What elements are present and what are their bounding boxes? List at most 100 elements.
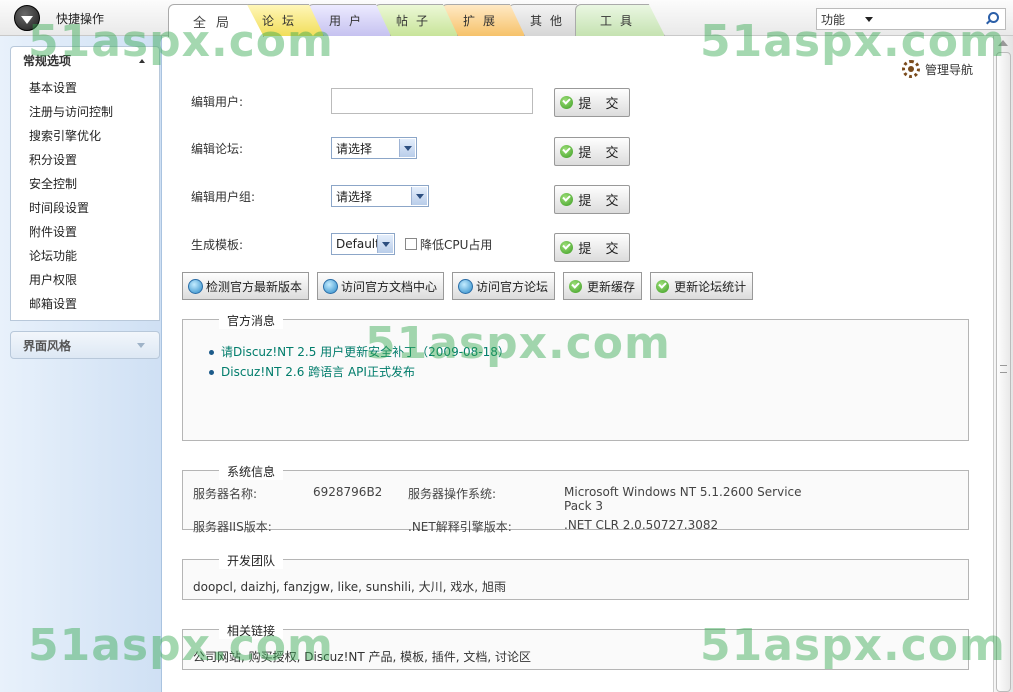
sidebar-item-forum-features[interactable]: 论坛功能 (11, 244, 159, 268)
sidebar-item-credits[interactable]: 积分设置 (11, 148, 159, 172)
check-version-label: 检测官方最新版本 (206, 279, 303, 294)
dev-team-members: doopcl, daizhj, fanzjgw, like, sunshili,… (193, 580, 506, 594)
iis-version-value (313, 518, 408, 535)
globe-icon (323, 278, 339, 294)
edit-group-selected: 请选择 (336, 189, 373, 204)
admin-nav-link[interactable]: 管理导航 (901, 60, 973, 78)
expand-icon[interactable] (137, 342, 145, 348)
scroll-thumb[interactable] (996, 52, 1011, 692)
sidebar-section-general[interactable]: 常规选项 (10, 46, 160, 74)
related-links-title: 相关链接 (219, 622, 284, 639)
related-links-box: 相关链接 公司网站, 购买授权, Discuz!NT 产品, 模板, 插件, 文… (182, 622, 969, 670)
search-scope-select[interactable]: 功能 (817, 11, 865, 28)
visit-docs-label: 访问官方文档中心 (341, 279, 438, 294)
sidebar-section-title: 常规选项 (23, 54, 72, 68)
server-os-value: Microsoft Windows NT 5.1.2600 Service Pa… (564, 485, 802, 513)
submit-edit-forum-button[interactable]: 提 交 (554, 137, 630, 166)
submit-edit-user-button[interactable]: 提 交 (554, 88, 630, 117)
submit-template-button[interactable]: 提 交 (554, 233, 630, 262)
edit-group-select[interactable]: 请选择 (331, 185, 429, 207)
reduce-cpu-checkbox[interactable] (405, 238, 417, 250)
grip-icon (1000, 365, 1007, 373)
template-select[interactable]: Default (331, 233, 395, 255)
edit-forum-selected: 请选择 (336, 141, 373, 156)
sidebar-item-security[interactable]: 安全控制 (11, 172, 159, 196)
top-bar: 快捷操作 全局 论坛 用户 帖子 扩展 其他 工具 功能 (0, 0, 1013, 37)
edit-forum-select[interactable]: 请选择 (331, 137, 417, 159)
server-name-label: 服务器名称: (193, 487, 258, 501)
collapse-icon[interactable] (139, 58, 145, 63)
search-icon[interactable] (985, 12, 999, 26)
sidebar: 常规选项 基本设置 注册与访问控制 搜索引擎优化 积分设置 安全控制 时间段设置… (0, 36, 162, 692)
server-os-label: 服务器操作系统: (408, 487, 497, 501)
globe-icon (458, 278, 474, 294)
news-link[interactable]: 请Discuz!NT 2.5 用户更新安全补丁（2009-08-18） (209, 342, 968, 362)
check-icon (569, 279, 583, 293)
check-icon (560, 241, 574, 254)
submit-label: 提 交 (578, 242, 624, 257)
sidebar-item-seo[interactable]: 搜索引擎优化 (11, 124, 159, 148)
update-stats-button[interactable]: 更新论坛统计 (650, 272, 754, 300)
server-name-value: 6928796B2 (313, 485, 383, 499)
main-panel: 管理导航 编辑用户: 提 交 编辑论坛: 请选择 提 交 编辑用户组: 请选择 … (163, 36, 993, 692)
sidebar-item-time-periods[interactable]: 时间段设置 (11, 196, 159, 220)
official-news-title: 官方消息 (219, 312, 284, 329)
update-cache-button[interactable]: 更新缓存 (563, 272, 643, 300)
visit-forum-button[interactable]: 访问官方论坛 (452, 272, 556, 300)
edit-user-input[interactable] (331, 88, 533, 114)
news-link[interactable]: Discuz!NT 2.6 跨语言 API正式发布 (209, 362, 968, 382)
scroll-up-icon[interactable] (998, 40, 1008, 46)
edit-group-label: 编辑用户组: (191, 189, 256, 204)
template-label: 生成模板: (191, 237, 244, 252)
admin-nav-label: 管理导航 (924, 62, 973, 77)
template-selected: Default (336, 237, 380, 251)
edit-group-row: 编辑用户组: 请选择 (191, 185, 429, 207)
check-icon (560, 193, 574, 206)
edit-user-row: 编辑用户: (191, 88, 533, 114)
template-row: 生成模板: Default 降低CPU占用 (191, 233, 492, 255)
quick-actions-label: 快捷操作 (56, 11, 105, 26)
chevron-down-icon[interactable] (399, 139, 415, 157)
sidebar-menu: 基本设置 注册与访问控制 搜索引擎优化 积分设置 安全控制 时间段设置 附件设置… (10, 74, 160, 321)
edit-forum-label: 编辑论坛: (191, 141, 244, 156)
visit-docs-button[interactable]: 访问官方文档中心 (317, 272, 445, 300)
quick-actions-button[interactable]: 快捷操作 (14, 4, 164, 32)
update-cache-label: 更新缓存 (587, 279, 636, 294)
sidebar-item-registration[interactable]: 注册与访问控制 (11, 100, 159, 124)
sidebar-item-mail[interactable]: 邮箱设置 (11, 292, 159, 316)
reduce-cpu-label: 降低CPU占用 (420, 237, 493, 252)
chevron-down-icon (14, 5, 40, 31)
dev-team-box: 开发团队 doopcl, daizhj, fanzjgw, like, suns… (182, 552, 969, 600)
action-buttons: 检测官方最新版本 访问官方文档中心 访问官方论坛 更新缓存 更新论坛统计 (182, 272, 761, 300)
edit-user-label: 编辑用户: (191, 94, 244, 109)
system-info-box: 系统信息 服务器名称: 6928796B2 服务器操作系统: Microsoft… (182, 463, 969, 534)
tab-tools[interactable]: 工具 (575, 4, 665, 36)
system-info-title: 系统信息 (219, 463, 284, 480)
official-news-box: 官方消息 请Discuz!NT 2.5 用户更新安全补丁（2009-08-18）… (182, 312, 969, 441)
dev-team-title: 开发团队 (219, 552, 284, 569)
chevron-down-icon[interactable] (377, 235, 393, 253)
sidebar-section-style[interactable]: 界面风格 (10, 331, 160, 359)
caret-down-icon[interactable] (865, 16, 873, 22)
globe-icon (188, 278, 203, 294)
submit-edit-group-button[interactable]: 提 交 (554, 185, 630, 214)
sidebar-section-title: 界面风格 (23, 338, 72, 353)
chevron-down-icon[interactable] (411, 187, 427, 205)
helm-icon (901, 60, 920, 78)
submit-label: 提 交 (578, 146, 624, 161)
update-stats-label: 更新论坛统计 (674, 279, 747, 294)
check-icon (656, 279, 670, 293)
submit-label: 提 交 (578, 194, 624, 209)
visit-forum-label: 访问官方论坛 (476, 279, 549, 294)
sidebar-item-attachments[interactable]: 附件设置 (11, 220, 159, 244)
net-version-label: .NET解释引擎版本: (408, 520, 512, 534)
vertical-scrollbar[interactable] (993, 36, 1013, 692)
sidebar-item-basic[interactable]: 基本设置 (11, 76, 159, 100)
check-icon (560, 145, 574, 158)
check-icon (560, 96, 574, 109)
related-links-list[interactable]: 公司网站, 购买授权, Discuz!NT 产品, 模板, 插件, 文档, 讨论… (193, 648, 531, 665)
edit-forum-row: 编辑论坛: 请选择 (191, 137, 417, 159)
check-version-button[interactable]: 检测官方最新版本 (182, 272, 310, 300)
sidebar-item-user-permissions[interactable]: 用户权限 (11, 268, 159, 292)
search-box[interactable]: 功能 (816, 8, 1006, 30)
